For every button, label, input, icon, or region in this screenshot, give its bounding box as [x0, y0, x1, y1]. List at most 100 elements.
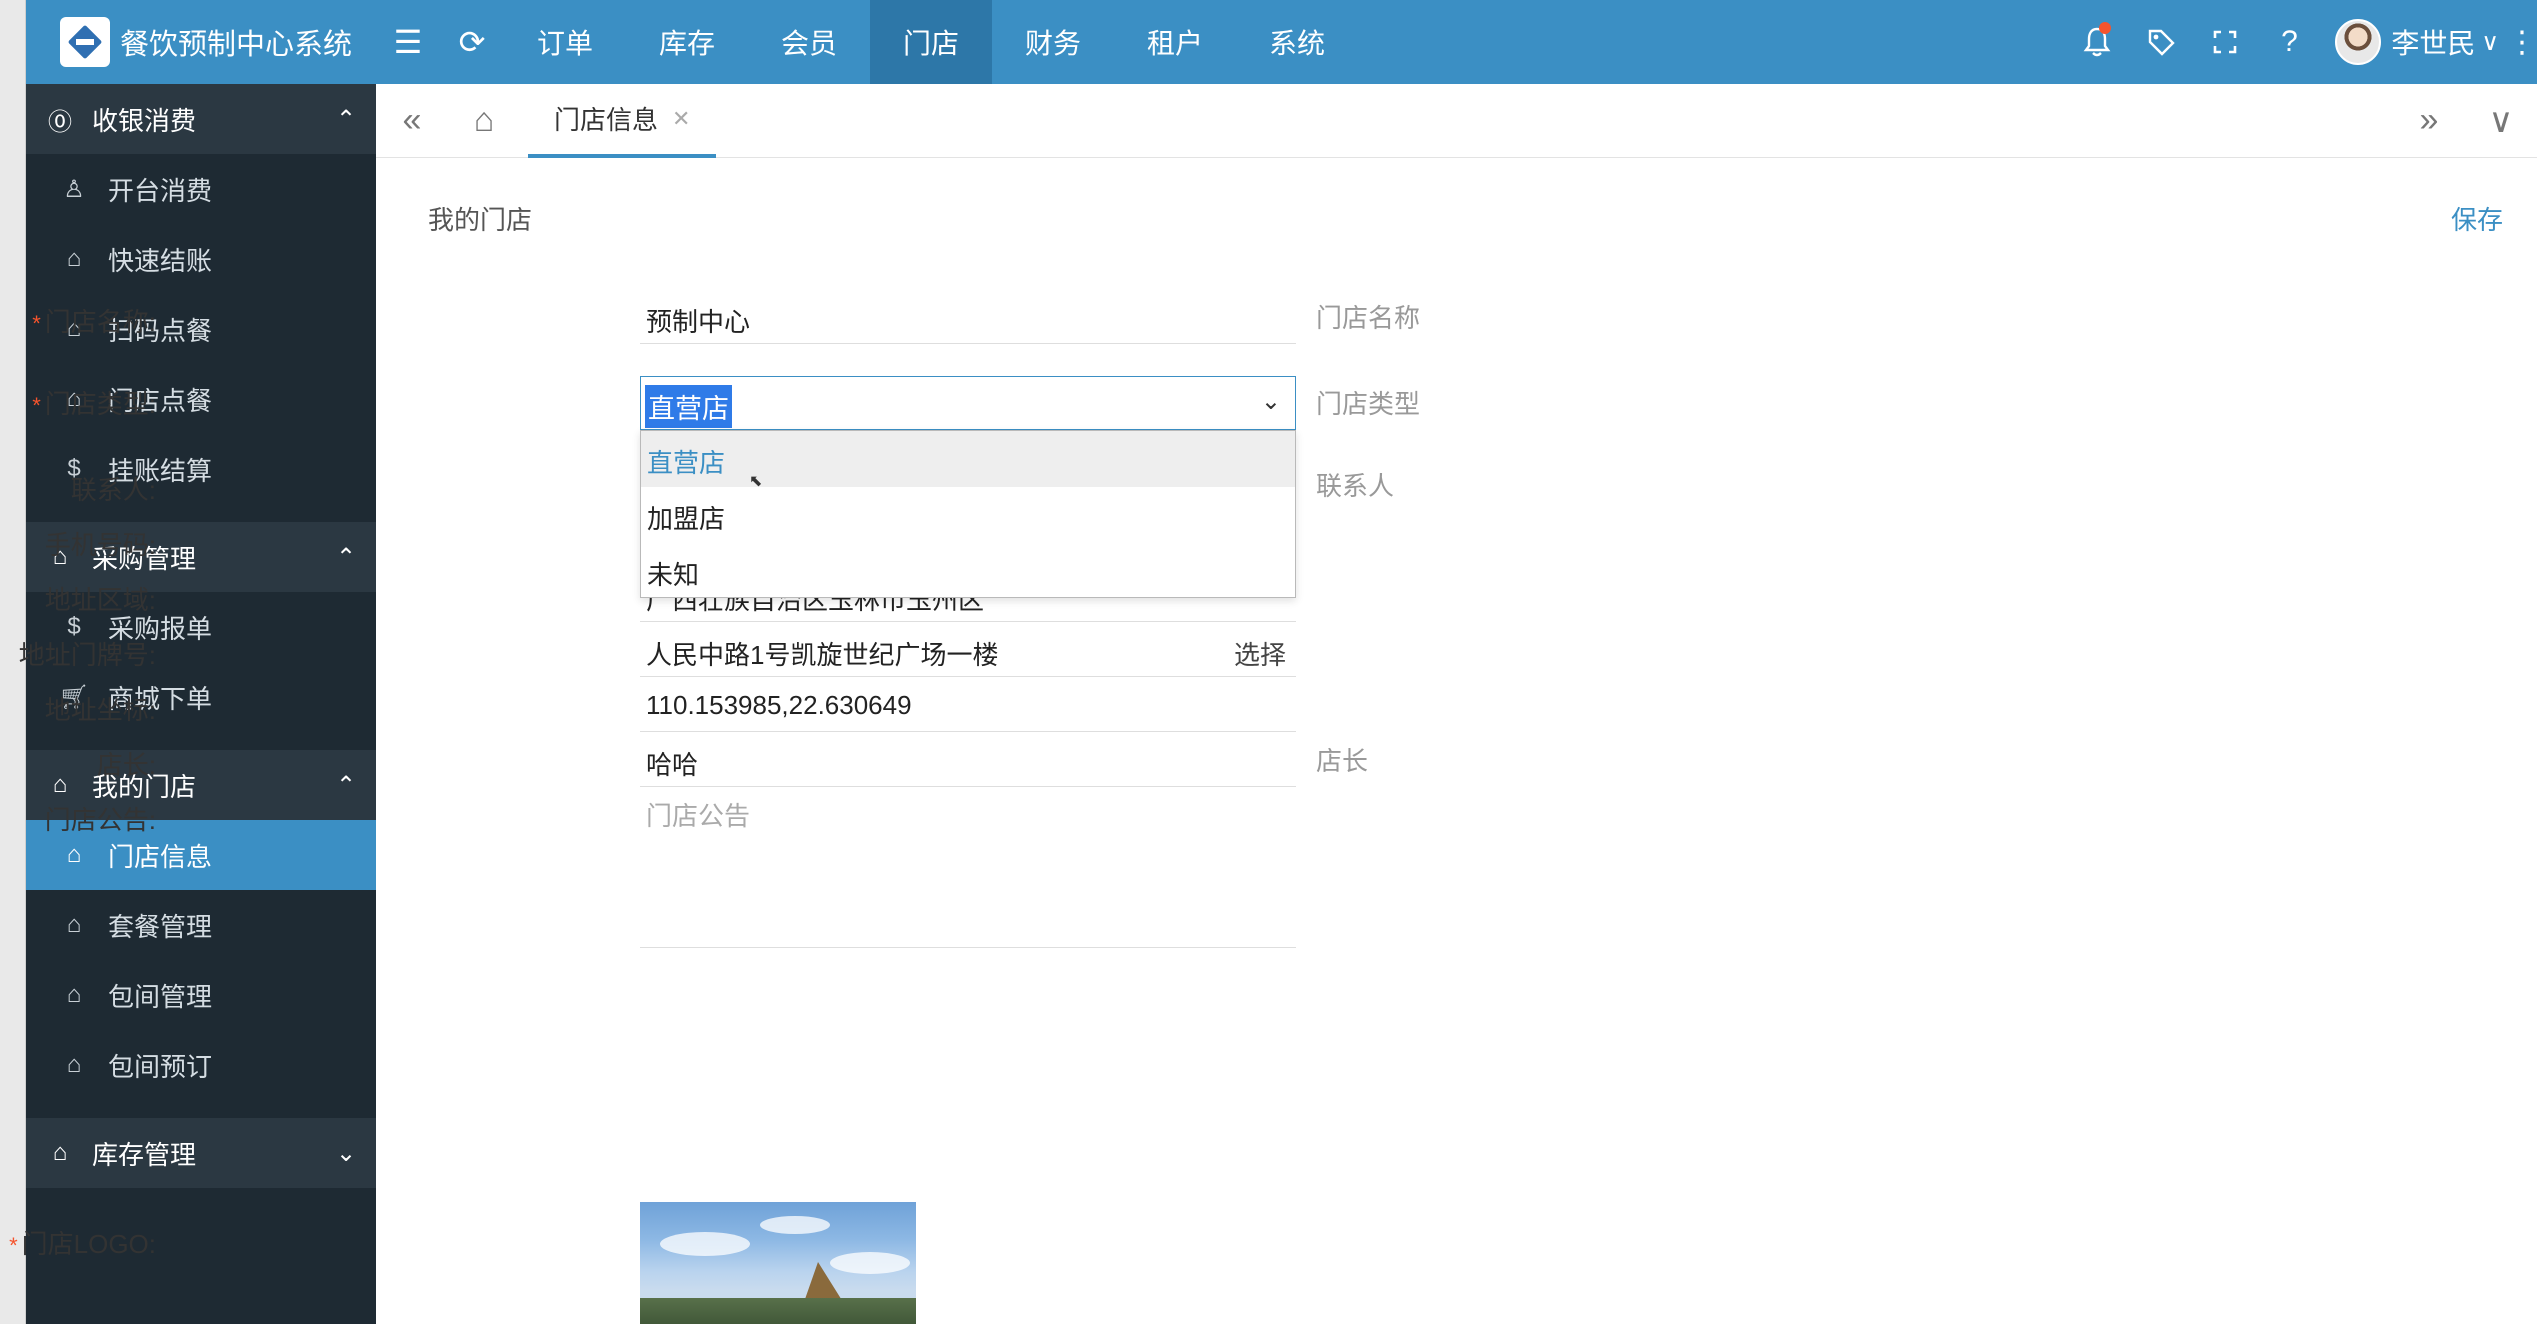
- nav-item-tenants[interactable]: 租户: [1114, 0, 1236, 84]
- brand: 餐饮预制中心系统: [26, 0, 376, 84]
- chevron-up-icon: ⌃: [335, 543, 357, 571]
- scroll-left-icon[interactable]: «: [376, 84, 448, 158]
- sidebar-item-label: 快速结账: [108, 245, 213, 276]
- avatar: [2335, 19, 2382, 65]
- field-hint: 门店类型: [1316, 389, 1421, 419]
- field-label: 手机号码:: [44, 530, 156, 560]
- sidebar-item-label: 门店信息: [108, 841, 213, 872]
- tab-menu-chevron-down-icon[interactable]: ∨: [2465, 84, 2537, 158]
- sidebar-group-inventory[interactable]: ⌂ 库存管理 ⌄: [26, 1118, 376, 1188]
- sidebar-item-label: 包间管理: [108, 981, 213, 1012]
- store-name-input[interactable]: 预制中心: [640, 290, 1296, 344]
- sidebar-group-cashier[interactable]: ⓪ 收银消费 ⌃: [26, 84, 376, 154]
- home-icon: ⌂: [66, 911, 82, 938]
- chevron-up-icon: ⌃: [335, 105, 357, 133]
- field-label: * 门店名称:: [32, 307, 156, 337]
- tag-icon[interactable]: [2129, 0, 2193, 84]
- option-unknown[interactable]: 未知: [641, 543, 1295, 599]
- store-type-select[interactable]: 直营店 ⌄: [640, 376, 1296, 430]
- store-type-dropdown: 直营店 加盟店 未知 ⬉: [640, 430, 1296, 598]
- home-icon: ⌂: [66, 245, 82, 272]
- nav-item-finance[interactable]: 财务: [992, 0, 1114, 84]
- field-label: 地址区域:: [44, 585, 156, 615]
- header-tools: ? 李世民 ∨ ⋮: [2065, 0, 2537, 84]
- field-hint: 店长: [1316, 746, 1369, 776]
- help-icon[interactable]: ?: [2257, 0, 2321, 84]
- home-icon: ⌂: [52, 771, 68, 798]
- nav-item-members[interactable]: 会员: [748, 0, 870, 84]
- manager-input[interactable]: 哈哈: [640, 733, 1296, 787]
- top-header: 餐饮预制中心系统 ☰ ⟳ 订单 库存 会员 门店 财务 租户 系统 ? 李世民 …: [26, 0, 2537, 84]
- pick-location-button[interactable]: 选择: [1234, 635, 1286, 672]
- app-logo-icon: [60, 17, 110, 67]
- sidebar-item-room-booking[interactable]: ⌂ 包间预订: [26, 1030, 376, 1100]
- field-hint: 联系人: [1316, 471, 1395, 501]
- field-label: 门店公告:: [44, 805, 156, 835]
- address-value: 人民中路1号凯旋世纪广场一楼: [646, 640, 999, 670]
- home-icon: ⌂: [52, 1139, 68, 1166]
- store-logo-image[interactable]: [640, 1202, 916, 1324]
- bell-icon[interactable]: [2065, 0, 2129, 84]
- main-content: 我的门店 保存 * 门店名称: 预制中心 门店名称 * 门店类型: 直营店 ⌄ 门店…: [9, 158, 2537, 1324]
- field-label: 店长:: [96, 750, 156, 780]
- nav-item-inventory[interactable]: 库存: [626, 0, 748, 84]
- row-manager: 店长: 哈哈 店长: [97, 733, 1476, 787]
- user-icon: ♙: [63, 175, 85, 203]
- more-vertical-icon[interactable]: ⋮: [2507, 0, 2537, 84]
- sidebar-item-label: 包间预订: [108, 1051, 213, 1082]
- sidebar-group-label: 收银消费: [92, 105, 197, 136]
- chevron-down-icon: ∨: [2481, 28, 2499, 56]
- close-icon[interactable]: ✕: [672, 106, 690, 132]
- option-direct-store[interactable]: 直营店: [641, 431, 1295, 487]
- row-coords: 地址坐标: 110.153985,22.630649: [45, 678, 1476, 732]
- coords-input[interactable]: 110.153985,22.630649: [640, 678, 1296, 732]
- main-nav: 订单 库存 会员 门店 财务 租户 系统: [504, 0, 1358, 84]
- nav-item-orders[interactable]: 订单: [504, 0, 626, 84]
- field-hint: 门店名称: [1316, 303, 1421, 333]
- nav-item-system[interactable]: 系统: [1236, 0, 1358, 84]
- save-button[interactable]: 保存: [2451, 200, 2503, 237]
- field-label: 联系人:: [70, 475, 156, 505]
- user-name: 李世民: [2391, 28, 2476, 59]
- notice-textarea[interactable]: 门店公告: [640, 788, 1296, 948]
- home-icon: ⌂: [66, 841, 82, 868]
- sidebar-group-label: 库存管理: [92, 1139, 197, 1170]
- sidebar-item-label: 套餐管理: [108, 911, 213, 942]
- selected-value: 直营店: [645, 385, 732, 428]
- tab-label: 门店信息: [554, 105, 659, 135]
- home-icon: ⌂: [66, 1051, 82, 1078]
- scroll-right-icon[interactable]: »: [2393, 84, 2465, 158]
- sidebar-item-package-management[interactable]: ⌂ 套餐管理: [26, 890, 376, 960]
- yen-circle-icon: ⓪: [48, 108, 72, 136]
- mouse-cursor-icon: ⬉: [749, 473, 763, 490]
- home-icon: ⌂: [66, 981, 82, 1008]
- fullscreen-icon[interactable]: [2193, 0, 2257, 84]
- row-notice: 门店公告: 门店公告: [45, 788, 1476, 948]
- nav-item-stores[interactable]: 门店: [870, 0, 992, 84]
- sidebar-item-open-table[interactable]: ♙ 开台消费: [26, 154, 376, 224]
- required-mark: *: [32, 393, 41, 418]
- sidebar-item-label: 开台消费: [108, 175, 213, 206]
- row-address: 地址门牌号: 人民中路1号凯旋世纪广场一楼 选择: [19, 623, 1476, 677]
- field-label: * 门店LOGO:: [9, 1229, 156, 1259]
- option-franchise-store[interactable]: 加盟店: [641, 487, 1295, 543]
- chevron-up-icon: ⌃: [335, 771, 357, 799]
- user-menu[interactable]: 李世民 ∨: [2321, 0, 2507, 84]
- required-mark: *: [9, 1233, 18, 1258]
- row-logo: * 门店LOGO:: [9, 1202, 1476, 1324]
- app-title: 餐饮预制中心系统: [120, 29, 353, 61]
- field-label: 地址坐标:: [44, 695, 156, 725]
- sidebar-item-quick-checkout[interactable]: ⌂ 快速结账: [26, 224, 376, 294]
- row-store-name: * 门店名称: 预制中心 门店名称: [32, 290, 1476, 344]
- sidebar-item-room-management[interactable]: ⌂ 包间管理: [26, 960, 376, 1030]
- chevron-down-icon: ⌄: [1260, 388, 1281, 415]
- row-store-type: * 门店类型: 直营店 ⌄ 门店类型 直营店 加盟店 未知 ⬉: [32, 376, 1476, 598]
- field-label: 地址门牌号:: [18, 640, 156, 670]
- tab-store-info[interactable]: 门店信息 ✕: [528, 84, 717, 158]
- address-input[interactable]: 人民中路1号凯旋世纪广场一楼 选择: [640, 623, 1296, 677]
- refresh-icon[interactable]: ⟳: [440, 0, 504, 84]
- home-tab-icon[interactable]: ⌂: [448, 84, 520, 158]
- section-title: 我的门店: [428, 205, 533, 235]
- menu-toggle-icon[interactable]: ☰: [376, 0, 440, 84]
- chevron-down-icon: ⌄: [335, 1139, 357, 1167]
